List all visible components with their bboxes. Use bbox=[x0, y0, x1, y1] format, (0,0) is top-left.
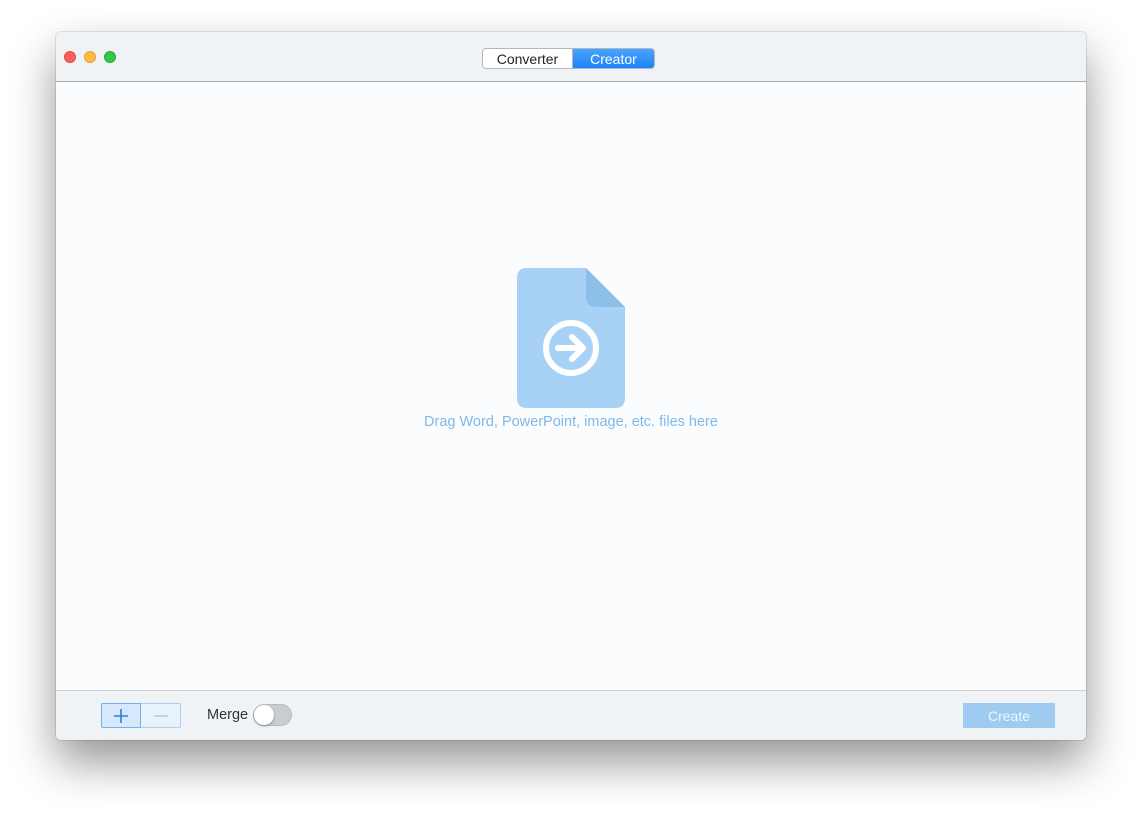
zoom-window-button[interactable] bbox=[104, 51, 116, 63]
tab-creator[interactable]: Creator bbox=[572, 49, 654, 68]
app-window: Converter Creator Drag Word, PowerPoint,… bbox=[56, 32, 1086, 740]
drop-hint-text: Drag Word, PowerPoint, image, etc. files… bbox=[424, 414, 718, 430]
minimize-window-button[interactable] bbox=[84, 51, 96, 63]
plus-icon bbox=[114, 708, 128, 723]
remove-file-button[interactable] bbox=[141, 703, 181, 728]
merge-toggle[interactable] bbox=[253, 704, 292, 726]
tab-converter[interactable]: Converter bbox=[483, 49, 573, 68]
file-arrow-icon bbox=[517, 268, 625, 408]
toggle-knob bbox=[254, 705, 274, 725]
drop-zone[interactable]: Drag Word, PowerPoint, image, etc. files… bbox=[56, 82, 1086, 690]
minus-icon bbox=[153, 714, 168, 717]
title-bar: Converter Creator bbox=[56, 32, 1086, 82]
merge-label: Merge bbox=[207, 707, 249, 723]
bottom-toolbar: Merge Create bbox=[56, 690, 1086, 740]
close-window-button[interactable] bbox=[64, 51, 76, 63]
add-file-button[interactable] bbox=[101, 703, 141, 728]
mode-segmented-control: Converter Creator bbox=[482, 48, 655, 69]
add-remove-control bbox=[101, 703, 181, 728]
create-button[interactable]: Create bbox=[963, 703, 1055, 728]
